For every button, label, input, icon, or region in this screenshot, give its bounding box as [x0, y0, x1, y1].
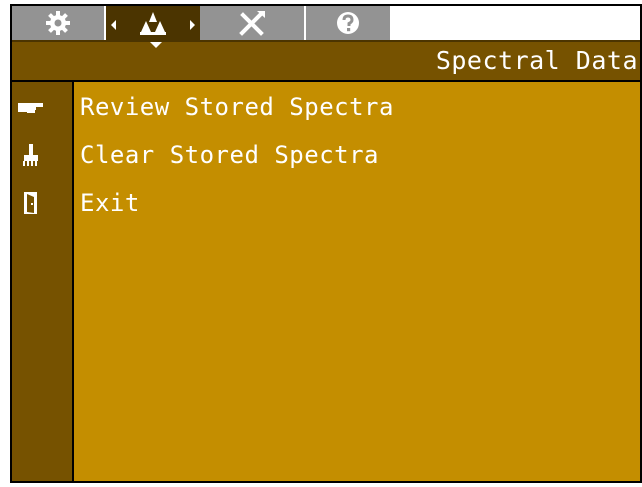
help-icon: [335, 10, 361, 36]
tab-settings[interactable]: [12, 6, 106, 40]
device-screen: Spectral Data Review Stored Spectra Clea…: [10, 4, 642, 483]
tab-help[interactable]: [306, 6, 392, 40]
screen-header: Spectral Data: [12, 42, 640, 82]
spectrum-icon: [138, 10, 168, 36]
gear-icon: [45, 10, 71, 36]
menu-item-exit[interactable]: Exit: [80, 189, 140, 217]
pointing-hand-icon: [18, 95, 44, 121]
tools-icon: [237, 9, 267, 37]
menu-item-review-stored-spectra[interactable]: Review Stored Spectra: [80, 93, 394, 121]
tab-bar: [12, 6, 640, 42]
menu-list: Review Stored Spectra Clear Stored Spect…: [74, 82, 640, 481]
scroll-right-arrow-icon: [190, 20, 195, 30]
active-tab-indicator-icon: [150, 42, 162, 53]
tab-tools[interactable]: [200, 6, 306, 40]
exit-door-icon: [18, 190, 44, 216]
page-title: Spectral Data: [435, 46, 638, 75]
tab-spectral[interactable]: [106, 6, 200, 40]
scroll-left-arrow-icon: [111, 20, 116, 30]
menu-item-clear-stored-spectra[interactable]: Clear Stored Spectra: [80, 141, 379, 169]
broom-icon: [18, 142, 44, 168]
menu-icon-column: [12, 82, 74, 481]
